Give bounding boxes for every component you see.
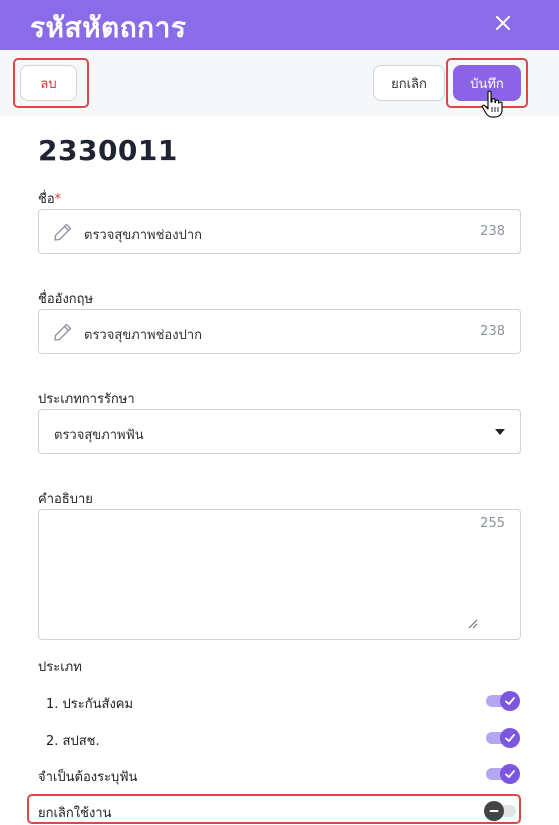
check-icon — [505, 734, 515, 742]
name-value: ตรวจสุขภาพช่องปาก — [84, 228, 203, 243]
dialog-title: รหัสหัตถการ — [30, 11, 187, 44]
name-en-label: ชื่ออังกฤษ — [38, 292, 94, 307]
save-button[interactable]: บันทึก — [453, 65, 521, 101]
toggle-knob — [484, 801, 504, 821]
dialog-header: รหัสหัตถการ — [0, 0, 559, 50]
treatment-type-label: ประเภทการรักษา — [38, 392, 135, 407]
name-en-char-count: 238 — [480, 324, 505, 339]
description-char-count: 255 — [480, 516, 505, 531]
toggle-disable[interactable] — [484, 800, 520, 822]
toggle-knob — [500, 691, 520, 711]
check-icon — [505, 770, 515, 778]
name-field[interactable]: ตรวจสุขภาพช่องปาก 238 — [38, 209, 521, 254]
name-label: ชื่อ* — [38, 188, 61, 209]
type-item-label: 1. ประกันสังคม — [46, 697, 134, 712]
required-mark: * — [54, 192, 62, 207]
type-item-label: 2. สปสช. — [46, 734, 100, 749]
cancel-button[interactable]: ยกเลิก — [373, 65, 445, 101]
toggle-require-tooth[interactable] — [484, 763, 520, 785]
procedure-code: 2330011 — [38, 134, 178, 167]
toggle-knob — [500, 728, 520, 748]
name-en-value: ตรวจสุขภาพช่องปาก — [84, 328, 203, 343]
caret-down-icon — [495, 429, 505, 435]
types-label: ประเภท — [38, 660, 82, 675]
pencil-icon — [54, 223, 72, 241]
toggle-social-security[interactable] — [484, 690, 520, 712]
resize-grip-icon[interactable] — [468, 619, 478, 629]
disable-label: ยกเลิกใช้งาน — [38, 806, 112, 821]
toggle-knob — [500, 764, 520, 784]
minus-icon — [489, 810, 499, 812]
pencil-icon — [54, 323, 72, 341]
toggle-nhso[interactable] — [484, 727, 520, 749]
name-en-field[interactable]: ตรวจสุขภาพช่องปาก 238 — [38, 309, 521, 354]
name-label-text: ชื่อ — [38, 192, 55, 207]
close-button[interactable] — [488, 8, 518, 38]
require-tooth-label: จำเป็นต้องระบุฟัน — [38, 770, 138, 785]
treatment-type-select[interactable]: ตรวจสุขภาพฟัน — [38, 409, 521, 454]
name-char-count: 238 — [480, 224, 505, 239]
treatment-type-value: ตรวจสุขภาพฟัน — [54, 428, 144, 443]
check-icon — [505, 697, 515, 705]
close-icon — [496, 16, 510, 30]
description-textarea[interactable]: 255 — [38, 509, 521, 640]
description-label: คำอธิบาย — [38, 492, 93, 507]
delete-button[interactable]: ลบ — [20, 65, 77, 101]
